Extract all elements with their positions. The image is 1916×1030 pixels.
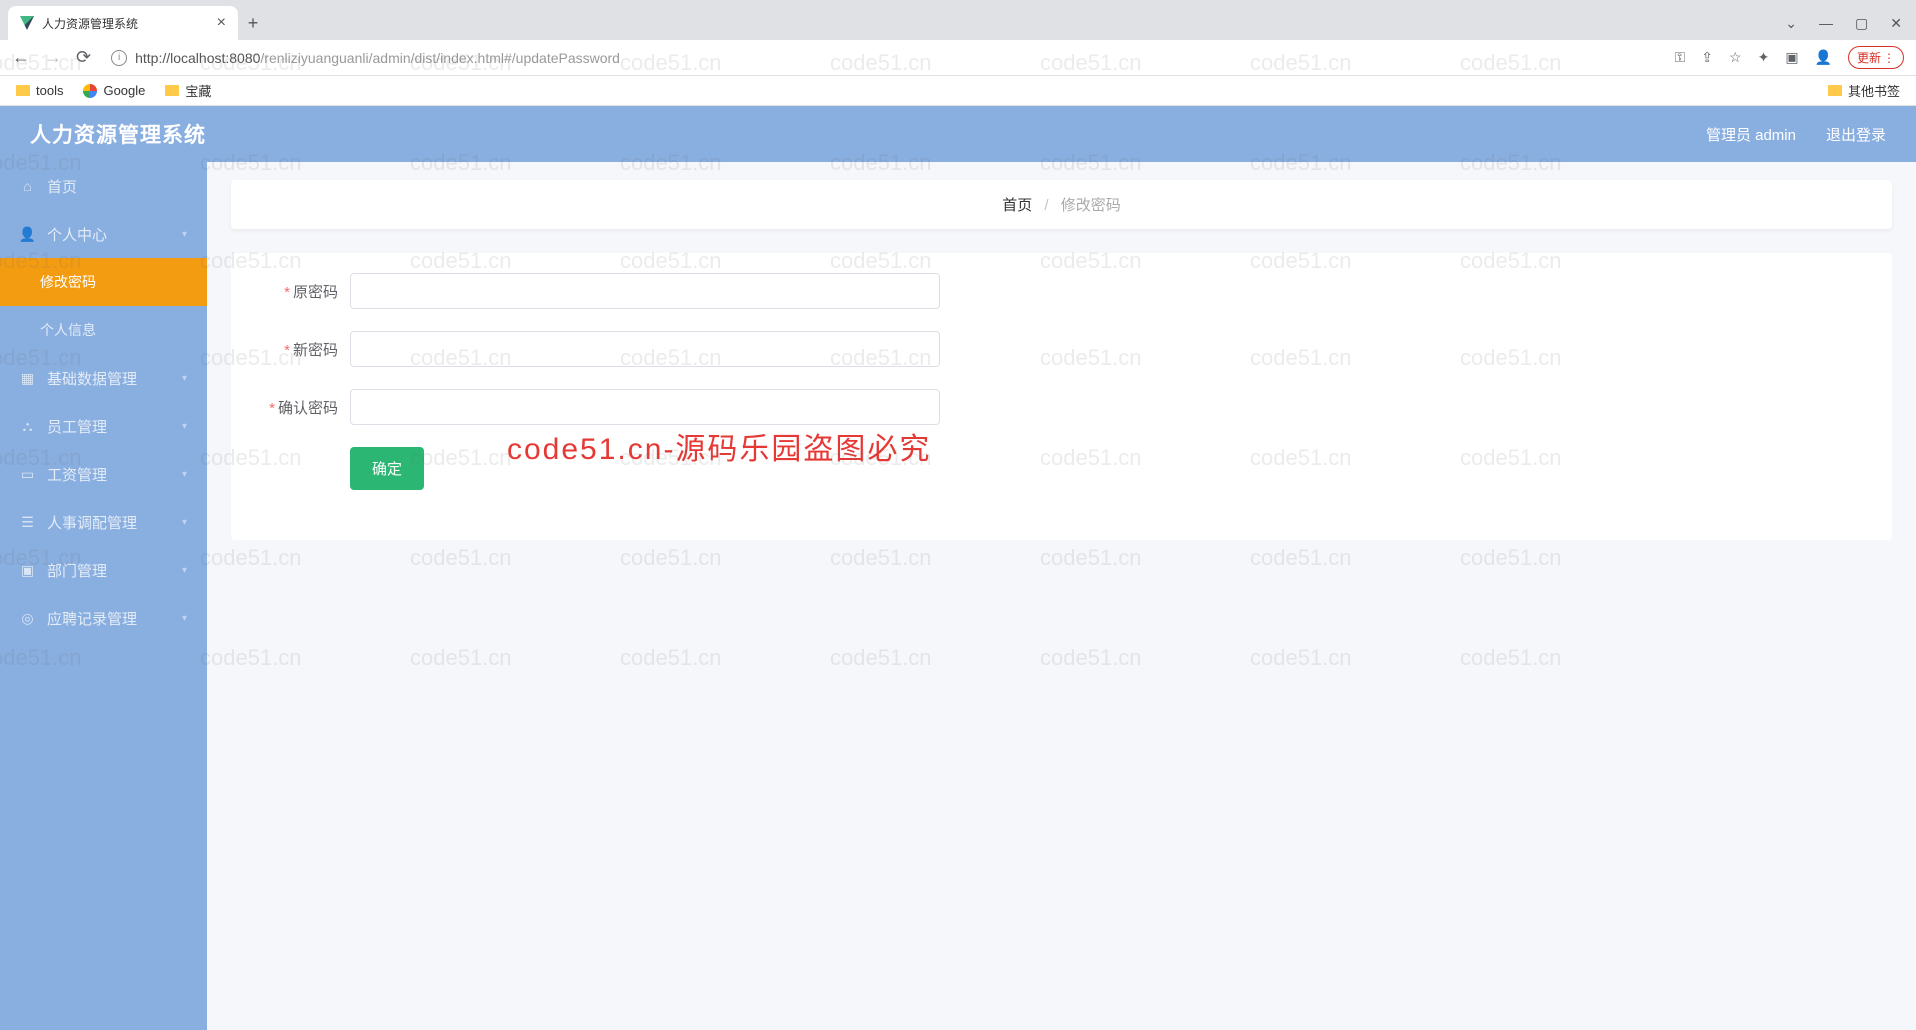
sidebar-item-hr-transfer[interactable]: ☰ 人事调配管理 ▾ [0,498,207,546]
main-content: 首页 / 修改密码 *原密码 *新密码 *确认密码 确定 c [207,162,1916,1030]
sidebar-item-department[interactable]: ▣ 部门管理 ▾ [0,546,207,594]
breadcrumb: 首页 / 修改密码 [231,180,1892,229]
chevron-down-icon: ▾ [182,469,187,480]
sidebar-label: 应聘记录管理 [47,608,137,629]
chevron-down-icon: ▾ [182,517,187,528]
chevron-down-icon: ▾ [182,229,187,240]
folder-icon [165,85,179,96]
chevron-down-icon: ▾ [182,613,187,624]
app-container: 人力资源管理系统 管理员 admin 退出登录 ⌂ 首页 👤 个人中心 ▾ 修改… [0,106,1916,1030]
sidebar: ⌂ 首页 👤 个人中心 ▾ 修改密码 个人信息 ▦ 基础数据管理 ▾ ⛬ 员工管… [0,162,207,1030]
confirm-password-label: *确认密码 [255,397,350,418]
tab-title: 人力资源管理系统 [42,15,138,32]
user-label[interactable]: 管理员 admin [1706,124,1796,145]
other-bookmarks[interactable]: 其他书签 [1828,81,1900,100]
star-icon[interactable]: ☆ [1729,49,1742,66]
google-icon [83,84,97,98]
sidebar-label: 个人中心 [47,224,107,245]
bookmarks-bar: tools Google 宝藏 其他书签 [0,76,1916,106]
sidebar-label: 修改密码 [40,272,96,292]
breadcrumb-home[interactable]: 首页 [1002,197,1032,214]
sidebar-label: 基础数据管理 [47,368,137,389]
sidebar-item-basic-data[interactable]: ▦ 基础数据管理 ▾ [0,354,207,402]
app-header: 人力资源管理系统 管理员 admin 退出登录 [0,106,1916,162]
old-password-label: *原密码 [255,281,350,302]
bookmark-treasure[interactable]: 宝藏 [165,81,211,100]
sidebar-label: 个人信息 [40,320,96,340]
document-icon: ▭ [20,467,35,482]
sidebar-item-recruit[interactable]: ◎ 应聘记录管理 ▾ [0,594,207,642]
update-button[interactable]: 更新⋮ [1848,46,1904,69]
folder-icon: ▣ [20,563,35,578]
close-window-icon[interactable]: ✕ [1890,15,1902,32]
sidebar-label: 员工管理 [47,416,107,437]
vue-favicon [20,16,34,30]
grid-icon: ▦ [20,371,35,386]
sidebar-label: 部门管理 [47,560,107,581]
new-password-label: *新密码 [255,339,350,360]
chevron-down-icon: ▾ [182,421,187,432]
forward-button: → [44,47,62,68]
logout-link[interactable]: 退出登录 [1826,124,1886,145]
submit-button[interactable]: 确定 [350,447,424,490]
chevron-down-icon[interactable]: ⌄ [1785,15,1797,32]
folder-icon [1828,85,1842,96]
profile-icon[interactable]: 👤 [1815,49,1832,66]
browser-tab-strip: 人力资源管理系统 × + ⌄ — ▢ ✕ [0,0,1916,40]
url-text: http://localhost:8080/renliziyuanguanli/… [135,50,620,66]
breadcrumb-separator: / [1044,197,1048,214]
password-form: *原密码 *新密码 *确认密码 确定 [231,253,1892,540]
sidebar-item-employee[interactable]: ⛬ 员工管理 ▾ [0,402,207,450]
breadcrumb-current: 修改密码 [1061,197,1121,214]
list-icon: ☰ [20,515,35,530]
new-tab-button[interactable]: + [238,6,268,40]
app-title: 人力资源管理系统 [30,119,206,149]
bookmark-google[interactable]: Google [83,83,145,98]
sidebar-label: 工资管理 [47,464,107,485]
sidebar-item-personal[interactable]: 👤 个人中心 ▾ [0,210,207,258]
sidebar-sub-change-password[interactable]: 修改密码 [0,258,207,306]
folder-icon [16,85,30,96]
user-icon: 👤 [20,227,35,242]
chevron-down-icon: ▾ [182,373,187,384]
sidebar-item-home[interactable]: ⌂ 首页 [0,162,207,210]
app-body: ⌂ 首页 👤 个人中心 ▾ 修改密码 个人信息 ▦ 基础数据管理 ▾ ⛬ 员工管… [0,162,1916,1030]
devices-icon[interactable]: ▣ [1785,49,1798,66]
minimize-icon[interactable]: — [1819,15,1833,32]
window-controls: ⌄ — ▢ ✕ [1771,7,1916,40]
header-right: 管理员 admin 退出登录 [1706,124,1886,145]
sidebar-label: 人事调配管理 [47,512,137,533]
old-password-input[interactable] [350,273,940,309]
close-tab-icon[interactable]: × [217,14,226,32]
site-info-icon[interactable]: i [111,50,127,66]
bookmark-tools[interactable]: tools [16,83,63,98]
home-icon: ⌂ [20,179,35,194]
url-bar[interactable]: i http://localhost:8080/renliziyuanguanl… [105,50,1661,66]
form-row-old-password: *原密码 [255,273,1868,309]
new-password-input[interactable] [350,331,940,367]
extension-icon[interactable]: ✦ [1758,49,1770,66]
form-row-confirm-password: *确认密码 [255,389,1868,425]
back-button[interactable]: ← [12,47,30,68]
chevron-down-icon: ▾ [182,565,187,576]
browser-toolbar: ← → ⟳ i http://localhost:8080/renliziyua… [0,40,1916,76]
form-row-new-password: *新密码 [255,331,1868,367]
confirm-password-input[interactable] [350,389,940,425]
maximize-icon[interactable]: ▢ [1855,15,1868,32]
reload-button[interactable]: ⟳ [76,47,91,68]
key-icon[interactable]: ⚿ [1675,49,1686,66]
share-icon[interactable]: ⇪ [1701,49,1713,66]
people-icon: ⛬ [20,419,35,434]
toolbar-icons: ⚿ ⇪ ☆ ✦ ▣ 👤 更新⋮ [1675,46,1904,69]
sidebar-sub-personal-info[interactable]: 个人信息 [0,306,207,354]
sidebar-label: 首页 [47,176,77,197]
sidebar-item-salary[interactable]: ▭ 工资管理 ▾ [0,450,207,498]
browser-tab[interactable]: 人力资源管理系统 × [8,6,238,40]
target-icon: ◎ [20,611,35,626]
